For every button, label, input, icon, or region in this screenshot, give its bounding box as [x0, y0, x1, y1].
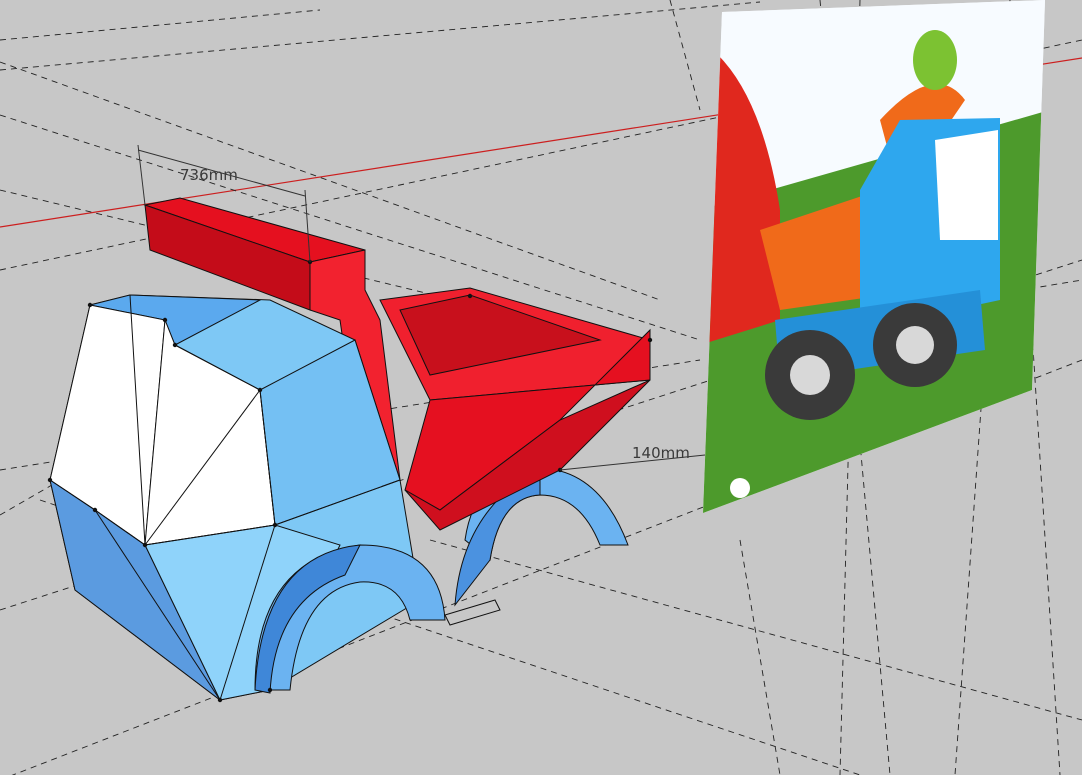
reference-rear-hub [790, 355, 830, 395]
reference-flower [730, 478, 750, 498]
reference-mascot [913, 30, 957, 90]
reference-truck-window [935, 130, 998, 240]
dimension-width-label: 736mm [180, 166, 238, 184]
modeling-viewport[interactable]: 736mm 140mm [0, 0, 1082, 775]
scene-canvas[interactable]: 736mm 140mm [0, 0, 1082, 775]
dimension-offset-label: 140mm [632, 444, 690, 462]
reference-front-hub [896, 326, 934, 364]
